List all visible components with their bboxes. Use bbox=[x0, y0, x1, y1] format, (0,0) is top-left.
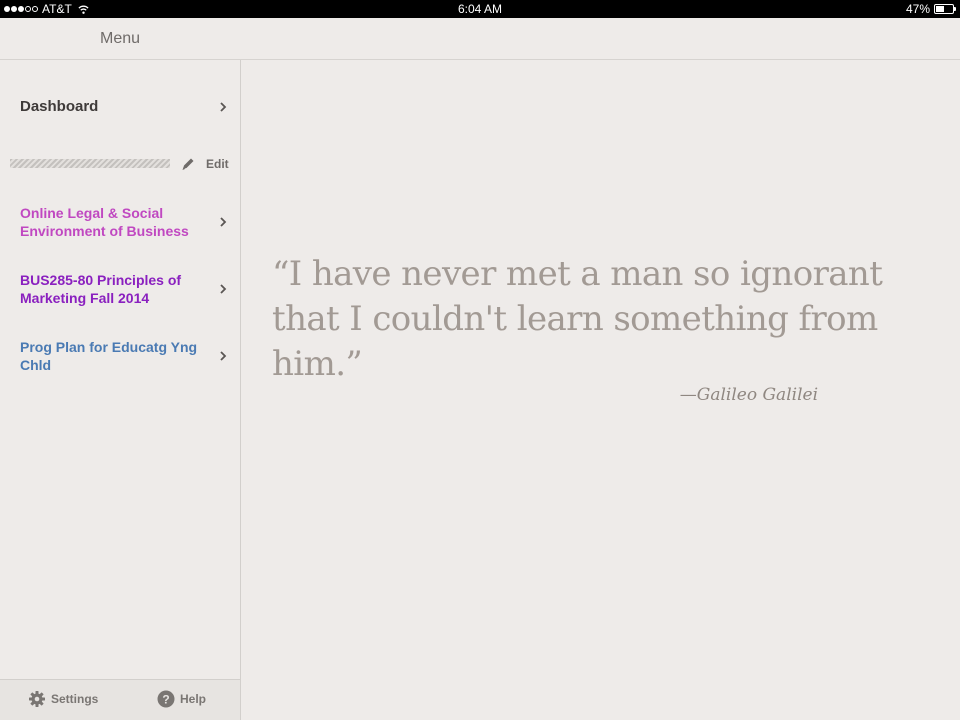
chevron-right-icon bbox=[220, 351, 227, 361]
sidebar: Dashboard Edit Online Legal & Social Env… bbox=[0, 60, 241, 720]
edit-button[interactable]: Edit bbox=[180, 156, 229, 172]
course-label: Online Legal & Social Environment of Bus… bbox=[20, 205, 189, 239]
top-header: Menu bbox=[0, 18, 960, 60]
sidebar-footer: Settings ? Help bbox=[0, 679, 240, 720]
sidebar-item-course-prog-plan[interactable]: Prog Plan for Educatg Yng Chld bbox=[0, 336, 240, 376]
status-time: 6:04 AM bbox=[457, 2, 503, 16]
section-divider bbox=[10, 159, 170, 168]
carrier-name: AT&T bbox=[42, 2, 72, 16]
battery-percent: 47% bbox=[905, 2, 930, 16]
sidebar-item-dashboard[interactable]: Dashboard bbox=[0, 96, 240, 118]
sidebar-item-course-legal-social[interactable]: Online Legal & Social Environment of Bus… bbox=[0, 202, 240, 242]
settings-label: Settings bbox=[51, 692, 99, 706]
edit-label: Edit bbox=[206, 157, 229, 171]
sidebar-item-course-bus285[interactable]: BUS285-80 Principles of Marketing Fall 2… bbox=[0, 269, 240, 309]
chevron-right-icon bbox=[220, 102, 227, 112]
svg-text:?: ? bbox=[162, 693, 169, 707]
sidebar-item-label: Dashboard bbox=[20, 98, 99, 115]
status-right: 47% bbox=[905, 2, 956, 16]
courses-edit-row: Edit bbox=[10, 156, 234, 172]
course-label: Prog Plan for Educatg Yng Chld bbox=[20, 339, 198, 373]
battery-icon bbox=[934, 4, 956, 14]
signal-strength-icon bbox=[4, 6, 38, 12]
quote-text: “I have never met a man so ignorant that… bbox=[272, 254, 883, 384]
battery-fill bbox=[936, 6, 944, 12]
help-button[interactable]: ? Help bbox=[157, 690, 206, 708]
menu-title: Menu bbox=[99, 30, 141, 47]
settings-button[interactable]: Settings bbox=[28, 690, 98, 708]
help-icon: ? bbox=[157, 690, 175, 708]
status-left: AT&T bbox=[4, 2, 89, 16]
chevron-right-icon bbox=[220, 284, 227, 294]
quote-author: —Galileo Galilei bbox=[679, 385, 818, 405]
chevron-right-icon bbox=[220, 217, 227, 227]
status-bar: AT&T 6:04 AM 47% bbox=[0, 0, 960, 18]
help-label: Help bbox=[180, 692, 207, 706]
course-label: BUS285-80 Principles of Marketing Fall 2… bbox=[20, 272, 182, 306]
pencil-icon bbox=[182, 158, 194, 170]
wifi-icon bbox=[78, 5, 89, 14]
gear-icon bbox=[29, 691, 45, 707]
